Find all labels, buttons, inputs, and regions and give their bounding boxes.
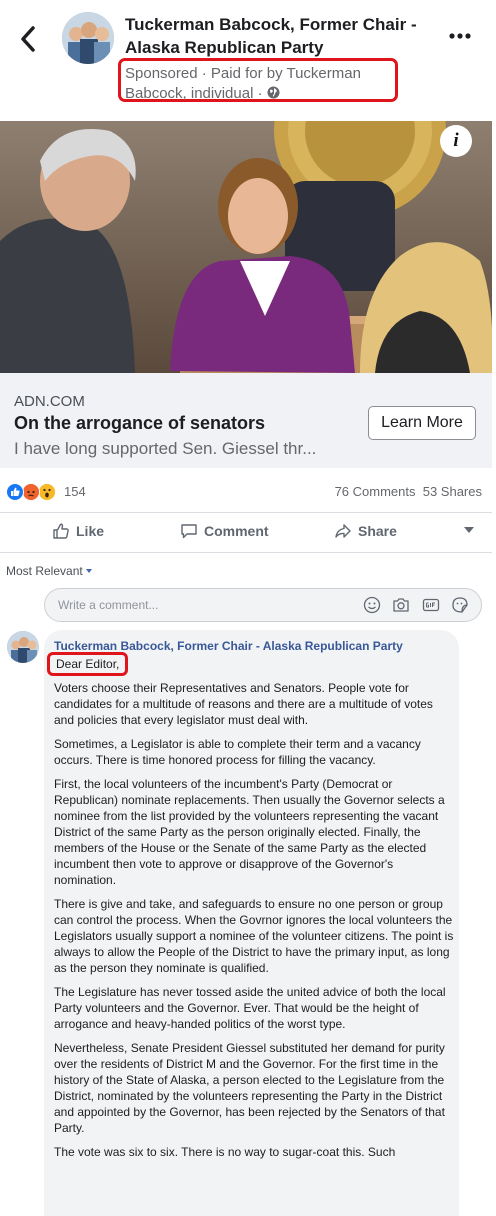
- comment-paragraph: The Legislature has never tossed aside t…: [54, 985, 446, 1031]
- angry-reaction-icon: [22, 483, 40, 501]
- sort-label: Most Relevant: [6, 564, 83, 578]
- page-name[interactable]: Tuckerman Babcock, Former Chair - Alaska…: [125, 13, 425, 59]
- gif-icon[interactable]: [422, 596, 440, 614]
- shares-count[interactable]: 53 Shares: [423, 484, 482, 499]
- comment-paragraph: Nevertheless, Senate President Giessel s…: [54, 1041, 445, 1135]
- comment-paragraph: First, the local volunteers of the incum…: [54, 777, 445, 887]
- sponsored-text: Sponsored · Paid for by Tuckerman Babcoc…: [125, 65, 361, 102]
- share-arrow-icon: [335, 524, 351, 538]
- comment-author[interactable]: Tuckerman Babcock, Former Chair - Alaska…: [54, 639, 403, 653]
- ad-domain: ADN.COM: [14, 393, 85, 410]
- learn-more-button[interactable]: Learn More: [368, 406, 476, 440]
- ad-description: I have long supported Sen. Giessel thr..…: [14, 439, 317, 458]
- comment-greeting: Dear Editor,: [47, 652, 129, 676]
- more-horizontal-icon[interactable]: [448, 24, 472, 53]
- comment-icon: [181, 524, 197, 539]
- comment-placeholder: Write a comment...: [58, 598, 159, 612]
- comment-label: Comment: [204, 523, 269, 539]
- ad-link-preview[interactable]: ADN.COM On the arrogance of senators I h…: [0, 373, 492, 468]
- back-arrow-icon[interactable]: [18, 24, 42, 54]
- post-header: Tuckerman Babcock, Former Chair - Alaska…: [0, 0, 496, 118]
- commenter-avatar[interactable]: [7, 631, 39, 663]
- comment-body: Voters choose their Representatives and …: [54, 680, 454, 1168]
- emoji-icon[interactable]: [363, 596, 381, 614]
- like-label: Like: [76, 523, 105, 539]
- thumbs-up-icon: [53, 523, 69, 539]
- page-avatar[interactable]: [62, 12, 114, 64]
- comment-bubble: Tuckerman Babcock, Former Chair - Alaska…: [44, 630, 459, 1216]
- ad-headline[interactable]: On the arrogance of senators: [14, 413, 265, 434]
- comment-paragraph: There is give and take, and safeguards t…: [54, 897, 454, 975]
- sticker-icon[interactable]: [451, 596, 469, 614]
- post-actions: Like Comment Share: [0, 516, 496, 548]
- like-button[interactable]: Like: [52, 522, 104, 540]
- reaction-summary[interactable]: 154 76 Comments 53 Shares: [0, 478, 496, 504]
- comments-count[interactable]: 76 Comments: [335, 484, 416, 499]
- chevron-down-icon: [85, 569, 92, 573]
- comment-paragraph: The vote was six to six. There is no way…: [54, 1145, 396, 1159]
- share-label: Share: [358, 523, 397, 539]
- wow-reaction-icon: [38, 483, 56, 501]
- comment-share-counts: 76 Comments 53 Shares: [335, 484, 482, 499]
- composer-icons: [356, 596, 469, 619]
- share-button[interactable]: Share: [334, 522, 397, 540]
- ad-image[interactable]: [0, 121, 492, 373]
- divider: [0, 512, 492, 513]
- camera-icon[interactable]: [392, 596, 410, 614]
- ad-info-icon[interactable]: i: [440, 125, 472, 157]
- share-options-chevron-icon[interactable]: [464, 527, 474, 533]
- comment-paragraph: Sometimes, a Legislator is able to compl…: [54, 737, 421, 767]
- globe-icon: [267, 85, 280, 99]
- like-reaction-icon: [6, 483, 24, 501]
- comment-button[interactable]: Comment: [180, 522, 269, 540]
- comment-input[interactable]: Write a comment...: [44, 588, 482, 622]
- divider: [0, 552, 492, 553]
- reaction-count: 154: [64, 484, 86, 499]
- comment-paragraph: Voters choose their Representatives and …: [54, 681, 433, 727]
- comment-sort-dropdown[interactable]: Most Relevant: [6, 564, 92, 578]
- sponsored-disclaimer: Sponsored · Paid for by Tuckerman Babcoc…: [118, 58, 398, 102]
